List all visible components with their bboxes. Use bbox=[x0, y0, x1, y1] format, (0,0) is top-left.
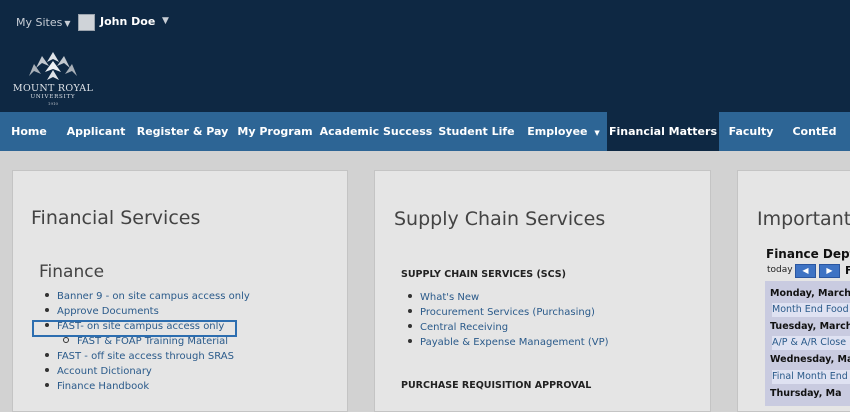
calendar-prev-icon[interactable]: ◀ bbox=[795, 264, 816, 278]
calendar-month-label: F bbox=[845, 264, 850, 277]
link-central-receiving[interactable]: Central Receiving bbox=[420, 322, 508, 333]
supply-chain-card bbox=[374, 170, 711, 412]
nav-register-pay[interactable]: Register & Pay bbox=[134, 112, 231, 151]
calendar-event[interactable]: A/P & A/R Close bbox=[772, 336, 850, 350]
link-account-dictionary[interactable]: Account Dictionary bbox=[57, 366, 152, 377]
bullet-icon bbox=[45, 368, 49, 372]
logo-text: MOUNT ROYAL bbox=[12, 83, 94, 94]
nav-employee[interactable]: Employee ▼ bbox=[520, 112, 607, 151]
link-procurement-services[interactable]: Procurement Services (Purchasing) bbox=[420, 307, 595, 318]
bullet-icon bbox=[45, 308, 49, 312]
user-avatar[interactable] bbox=[78, 14, 95, 31]
link-banner-9[interactable]: Banner 9 - on site campus access only bbox=[57, 291, 250, 302]
list-item[interactable]: Account Dictionary bbox=[45, 366, 152, 377]
bullet-icon bbox=[45, 353, 49, 357]
link-fast-off-site[interactable]: FAST - off site access through SRAS bbox=[57, 351, 234, 362]
calendar-event[interactable]: Final Month End bbox=[772, 370, 850, 384]
link-approve-documents[interactable]: Approve Documents bbox=[57, 306, 159, 317]
calendar-today-button[interactable]: today bbox=[767, 265, 793, 275]
list-item[interactable]: FAST - off site access through SRAS bbox=[45, 351, 234, 362]
calendar-day-heading: Wednesday, Ma bbox=[770, 353, 850, 367]
nav-employee-label: Employee bbox=[527, 125, 588, 138]
list-item[interactable]: Payable & Expense Management (VP) bbox=[408, 337, 609, 348]
list-item[interactable]: FAST & FOAP Training Material bbox=[63, 336, 228, 347]
my-sites-label: My Sites bbox=[16, 16, 63, 29]
nav-conted[interactable]: ContEd bbox=[783, 112, 846, 151]
logo-mountain-icon bbox=[29, 52, 77, 80]
university-logo[interactable]: MOUNT ROYAL UNIVERSITY 1910 bbox=[10, 50, 96, 108]
list-item[interactable]: Approve Documents bbox=[45, 306, 159, 317]
nav-financial-matters[interactable]: Financial Matters bbox=[607, 112, 719, 151]
nav-faculty[interactable]: Faculty bbox=[719, 112, 783, 151]
nav-applicant[interactable]: Applicant bbox=[58, 112, 134, 151]
link-payable-expense[interactable]: Payable & Expense Management (VP) bbox=[420, 337, 609, 348]
my-sites-menu[interactable]: My Sites ▼ bbox=[16, 16, 71, 29]
nav-my-program[interactable]: My Program bbox=[231, 112, 319, 151]
supply-chain-title: Supply Chain Services bbox=[394, 208, 606, 230]
caret-down-icon: ▼ bbox=[64, 19, 71, 28]
user-menu-caret-icon[interactable]: ▼ bbox=[162, 16, 169, 26]
calendar-day-heading: Tuesday, March bbox=[770, 320, 850, 334]
important-dates-title: Important D bbox=[757, 208, 850, 230]
nav-home[interactable]: Home bbox=[0, 112, 58, 151]
calendar-event[interactable]: Month End Food bbox=[772, 303, 850, 317]
purchase-requisition-heading: PURCHASE REQUISITION APPROVAL bbox=[401, 380, 592, 391]
nav-student-life[interactable]: Student Life bbox=[433, 112, 520, 151]
scs-section-heading: SUPPLY CHAIN SERVICES (SCS) bbox=[401, 269, 566, 280]
nav-academic-success[interactable]: Academic Success bbox=[319, 112, 433, 151]
caret-down-icon: ▼ bbox=[594, 129, 600, 137]
link-whats-new[interactable]: What's New bbox=[420, 292, 479, 303]
bullet-icon bbox=[45, 293, 49, 297]
financial-services-title: Financial Services bbox=[31, 207, 201, 229]
list-item[interactable]: Procurement Services (Purchasing) bbox=[408, 307, 595, 318]
link-finance-handbook[interactable]: Finance Handbook bbox=[57, 381, 149, 392]
calendar-day-heading: Thursday, Ma bbox=[770, 387, 850, 401]
bullet-icon bbox=[408, 294, 412, 298]
logo-subtext: UNIVERSITY bbox=[30, 94, 76, 100]
logo-year: 1910 bbox=[47, 101, 59, 106]
user-name[interactable]: John Doe bbox=[100, 15, 155, 28]
link-fast-foap-training[interactable]: FAST & FOAP Training Material bbox=[77, 336, 228, 347]
list-item[interactable]: What's New bbox=[408, 292, 479, 303]
bullet-icon bbox=[45, 383, 49, 387]
list-item[interactable]: Banner 9 - on site campus access only bbox=[45, 291, 250, 302]
highlight-box bbox=[32, 320, 237, 337]
list-item[interactable]: Finance Handbook bbox=[45, 381, 149, 392]
calendar-title: Finance Dept C bbox=[766, 247, 850, 261]
list-item[interactable]: Central Receiving bbox=[408, 322, 508, 333]
calendar-day-heading: Monday, March bbox=[770, 287, 850, 301]
circle-bullet-icon bbox=[63, 337, 69, 343]
main-nav: Home Applicant Register & Pay My Program… bbox=[0, 112, 850, 151]
top-bar: My Sites ▼ John Doe ▼ MOUNT ROYAL UNIVERS… bbox=[0, 0, 850, 112]
bullet-icon bbox=[408, 339, 412, 343]
bullet-icon bbox=[408, 324, 412, 328]
calendar-next-icon[interactable]: ▶ bbox=[819, 264, 840, 278]
finance-subtitle: Finance bbox=[39, 262, 105, 282]
bullet-icon bbox=[408, 309, 412, 313]
